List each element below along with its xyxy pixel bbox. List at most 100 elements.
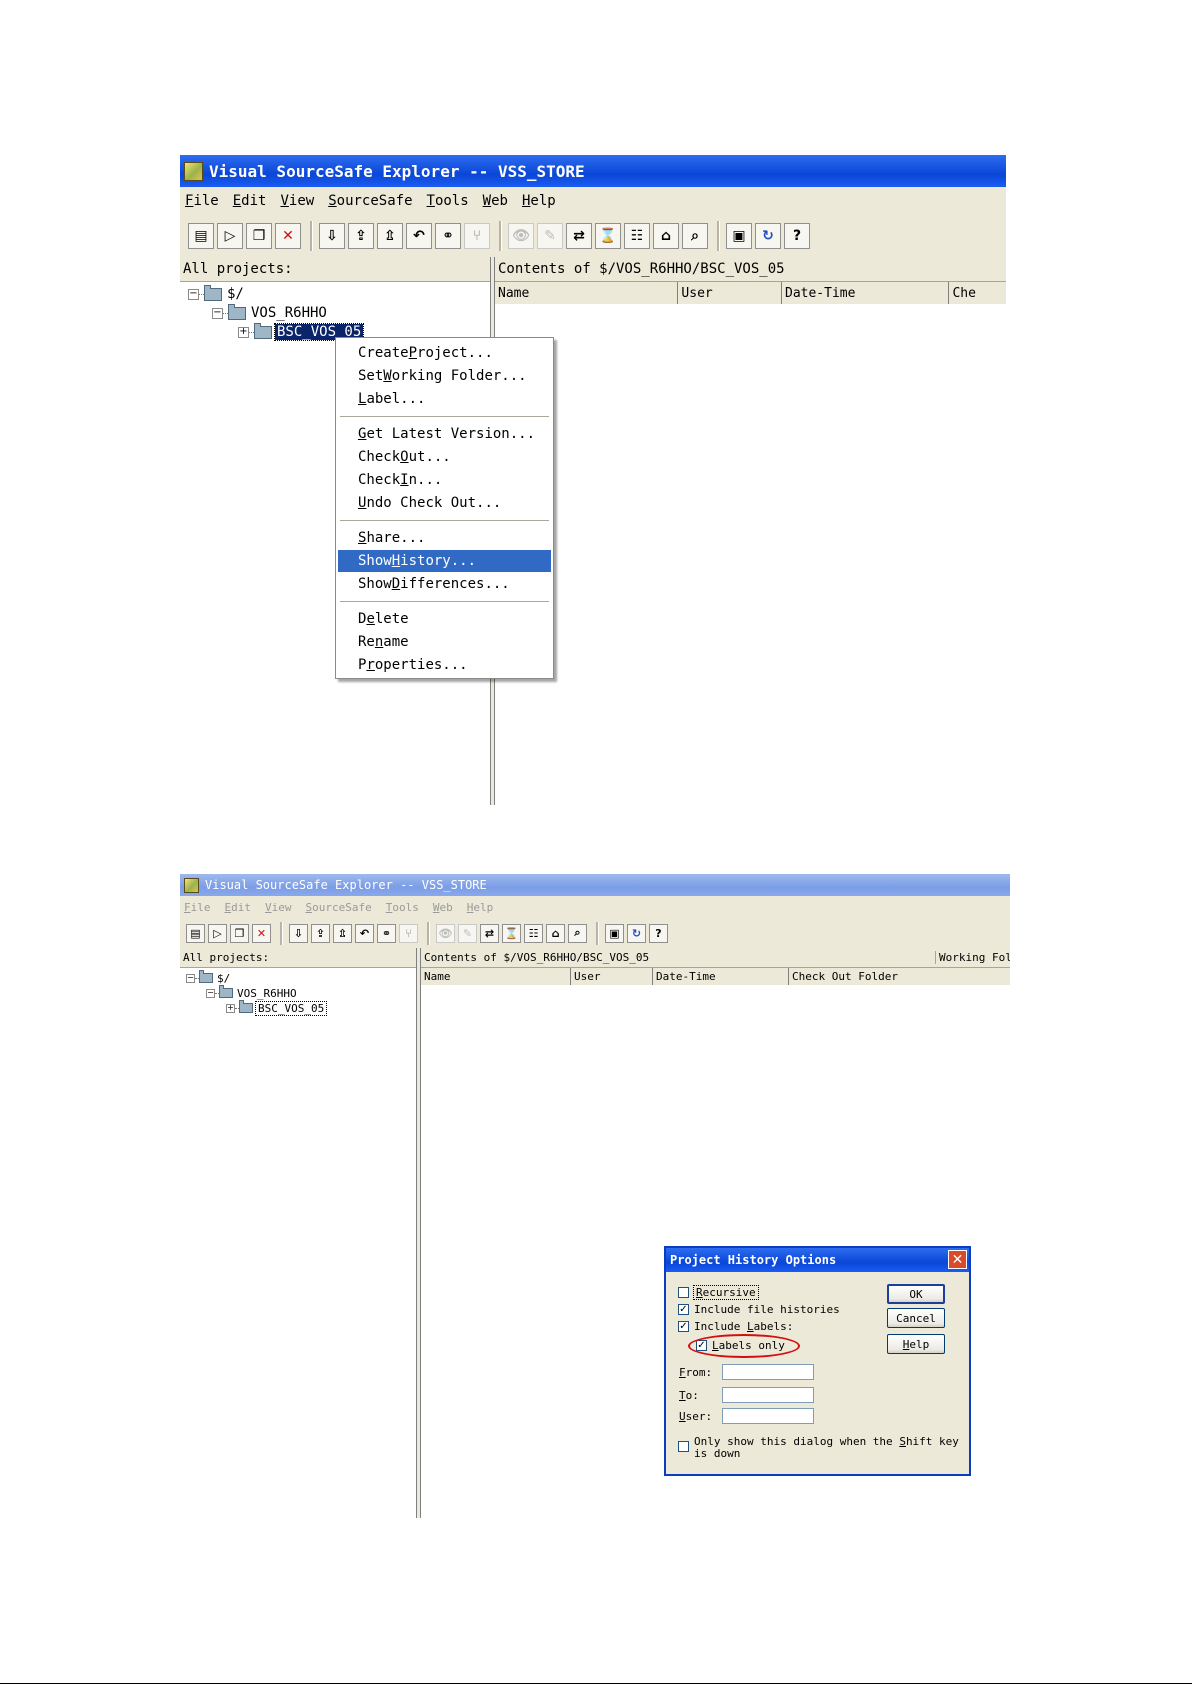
from-input[interactable] (722, 1364, 814, 1380)
add-files-icon[interactable]: ▤ (186, 923, 205, 943)
column-check-out-folder[interactable]: Check Out Folder (789, 968, 1010, 985)
find-icon[interactable]: ⌕ (682, 223, 708, 249)
menu-item-undo-check-out[interactable]: Undo Check Out... (338, 492, 551, 514)
share-icon[interactable]: ⚭ (435, 223, 461, 249)
include-file-histories-checkbox[interactable]: ✓ Include file histories (678, 1303, 840, 1316)
share-icon[interactable]: ⚭ (377, 923, 396, 943)
menu-view[interactable]: View (280, 193, 314, 209)
working-folder-icon[interactable]: ▣ (726, 223, 752, 249)
refresh-icon[interactable]: ↻ (627, 923, 646, 943)
tree-label-bsc-vos-05[interactable]: BSC_VOS_05 (254, 1000, 328, 1016)
menu-item-check-out[interactable]: Check Out... (338, 446, 551, 468)
show-history-icon[interactable]: ⌛ (595, 223, 621, 249)
undo-check-out-icon[interactable]: ↶ (406, 223, 432, 249)
menu-item-set-working-folder[interactable]: Set Working Folder... (338, 365, 551, 387)
menu-sourcesafe[interactable]: SourceSafe (306, 901, 372, 914)
delete-icon[interactable]: ✕ (252, 923, 271, 943)
show-differences-icon[interactable]: ⇄ (566, 223, 592, 249)
checkmark-icon[interactable]: ✓ (678, 1304, 689, 1315)
collapse-icon[interactable]: − (186, 973, 195, 983)
menu-item-get-latest-version[interactable]: Get Latest Version... (338, 423, 551, 445)
cancel-button[interactable]: Cancel (887, 1308, 945, 1328)
tree-node-vos-r6hho[interactable]: − VOS_R6HHO (212, 303, 327, 322)
working-folder-icon[interactable]: ▣ (605, 923, 624, 943)
file-list[interactable] (495, 304, 1006, 805)
properties-icon[interactable]: ☷ (524, 923, 543, 943)
view-file-icon[interactable]: 👁 (436, 923, 455, 943)
copy-icon[interactable]: ❐ (246, 223, 272, 249)
menu-view[interactable]: View (265, 901, 292, 914)
menu-file[interactable]: File (184, 901, 211, 914)
column-user[interactable]: User (678, 282, 782, 304)
tree-node-bsc-vos-05[interactable]: + BSC_VOS_05 (226, 1000, 328, 1016)
check-out-icon[interactable]: ⇪ (348, 223, 374, 249)
create-project-icon[interactable]: ▷ (217, 223, 243, 249)
collapse-icon[interactable]: − (212, 307, 223, 319)
get-latest-icon[interactable]: ⇩ (319, 223, 345, 249)
menu-web[interactable]: Web (483, 193, 508, 209)
column-date-time[interactable]: Date-Time (782, 282, 950, 304)
copy-icon[interactable]: ❐ (230, 923, 249, 943)
menu-item-check-in[interactable]: Check In... (338, 469, 551, 491)
expand-icon[interactable]: + (226, 1003, 235, 1013)
tree-node-vos-r6hho[interactable]: − VOS_R6HHO (206, 985, 297, 1000)
show-history-icon[interactable]: ⌛ (502, 923, 521, 943)
menu-item-show-history-highlighted[interactable]: Show History... (338, 550, 551, 572)
delete-icon[interactable]: ✕ (275, 223, 301, 249)
menu-help[interactable]: Help (522, 193, 556, 209)
properties-icon[interactable]: ☷ (624, 223, 650, 249)
help-button[interactable]: Help (887, 1334, 945, 1354)
menu-web[interactable]: Web (433, 901, 453, 914)
tree-node-root[interactable]: − $/ (188, 284, 244, 303)
add-files-icon[interactable]: ▤ (188, 223, 214, 249)
column-name[interactable]: Name (495, 282, 679, 304)
collapse-icon[interactable]: − (206, 988, 215, 998)
help-icon[interactable]: ? (784, 223, 810, 249)
column-date-time[interactable]: Date-Time (653, 968, 789, 985)
menu-item-label[interactable]: Label... (338, 388, 551, 410)
checkmark-icon[interactable]: ✓ (678, 1321, 689, 1332)
branch-icon[interactable]: ⑂ (399, 923, 418, 943)
expand-icon[interactable]: + (238, 326, 249, 338)
column-name[interactable]: Name (421, 968, 571, 985)
project-tree[interactable]: − $/ − VOS_R6HHO + BSC_VOS_05 (180, 968, 416, 1518)
collapse-icon[interactable]: − (188, 288, 199, 300)
checkbox-box[interactable] (678, 1287, 689, 1298)
include-labels-checkbox[interactable]: ✓ Include Labels: (678, 1320, 793, 1333)
menu-item-create-project[interactable]: Create Project... (338, 342, 551, 364)
column-user[interactable]: User (571, 968, 653, 985)
checkbox-box[interactable] (678, 1441, 689, 1452)
recursive-checkbox[interactable]: Recursive (678, 1285, 759, 1300)
get-latest-icon[interactable]: ⇩ (289, 923, 308, 943)
shift-key-checkbox[interactable]: Only show this dialog when the Shift key… (678, 1436, 959, 1460)
show-differences-icon[interactable]: ⇄ (480, 923, 499, 943)
help-icon[interactable]: ? (649, 923, 668, 943)
to-input[interactable] (722, 1387, 814, 1403)
menu-edit[interactable]: Edit (225, 901, 252, 914)
edit-file-icon[interactable]: ✎ (537, 223, 563, 249)
menu-tools[interactable]: Tools (386, 901, 419, 914)
menu-edit[interactable]: Edit (233, 193, 267, 209)
close-icon[interactable]: ✕ (948, 1250, 967, 1269)
menu-item-properties[interactable]: Pr operties... (338, 654, 551, 676)
edit-file-icon[interactable]: ✎ (458, 923, 477, 943)
column-check-out-folder[interactable]: Che (949, 282, 1006, 304)
menu-tools[interactable]: Tools (427, 193, 469, 209)
user-input[interactable] (722, 1408, 814, 1424)
menu-file[interactable]: File (185, 193, 219, 209)
menu-item-share[interactable]: Share... (338, 527, 551, 549)
menu-help[interactable]: Help (467, 901, 494, 914)
branch-icon[interactable]: ⑂ (464, 223, 490, 249)
create-project-icon[interactable]: ▷ (208, 923, 227, 943)
find-icon[interactable]: ⌕ (568, 923, 587, 943)
check-in-icon[interactable]: ⇫ (333, 923, 352, 943)
label-icon[interactable]: ⌂ (546, 923, 565, 943)
menu-item-rename[interactable]: Re n ame (338, 631, 551, 653)
check-out-icon[interactable]: ⇪ (311, 923, 330, 943)
menu-item-delete[interactable]: De lete (338, 608, 551, 630)
tree-node-root[interactable]: − $/ (186, 970, 230, 985)
menu-item-show-differences[interactable]: Show Differences... (338, 573, 551, 595)
undo-check-out-icon[interactable]: ↶ (355, 923, 374, 943)
menu-sourcesafe[interactable]: SourceSafe (328, 193, 412, 209)
view-file-icon[interactable]: 👁 (508, 223, 534, 249)
